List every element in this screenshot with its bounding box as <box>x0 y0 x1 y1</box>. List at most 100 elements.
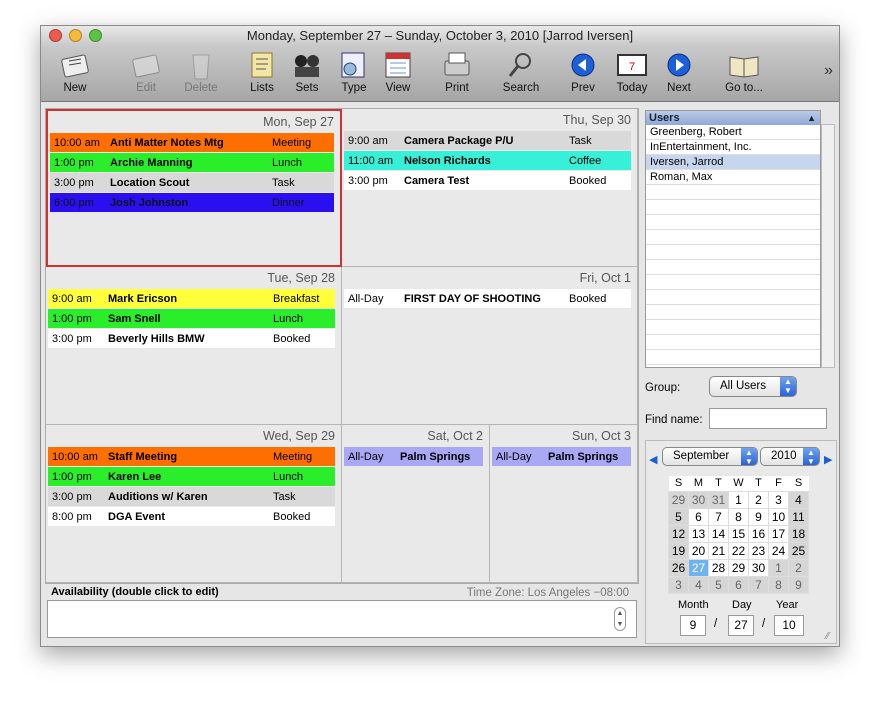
calendar-day[interactable]: 23 <box>748 541 769 560</box>
calendar-day[interactable]: 5 <box>668 507 689 526</box>
day-cell[interactable]: Tue, Sep 28 9:00 am Mark Ericson Breakfa… <box>46 267 342 425</box>
calendar-day[interactable]: 30 <box>748 558 769 577</box>
calendar-event[interactable]: 3:00 pm Camera Test Booked <box>344 171 631 190</box>
calendar-day[interactable]: 8 <box>768 575 789 594</box>
toolbar-view-button[interactable]: View <box>373 49 423 94</box>
calendar-event[interactable]: All-Day Palm Springs <box>492 447 631 466</box>
toolbar-edit-button[interactable]: Edit <box>121 49 171 94</box>
calendar-event[interactable]: 1:00 pm Karen Lee Lunch <box>48 467 335 486</box>
toolbar-new-button[interactable]: New <box>50 49 100 94</box>
toolbar-overflow-icon[interactable]: » <box>824 62 833 80</box>
calendar-day[interactable]: 17 <box>768 524 789 543</box>
calendar-day[interactable]: 4 <box>688 575 709 594</box>
calendar-day[interactable]: 19 <box>668 541 689 560</box>
month-select[interactable]: September ▲ ▼ <box>662 447 758 466</box>
calendar-day[interactable]: 4 <box>788 490 809 509</box>
user-list-item[interactable] <box>646 305 820 320</box>
day-cell[interactable]: Thu, Sep 30 9:00 am Camera Package P/U T… <box>342 109 638 267</box>
calendar-event[interactable]: 3:00 pm Auditions w/ Karen Task <box>48 487 335 506</box>
month-field[interactable]: 9 <box>680 615 706 636</box>
calendar-event[interactable]: 10:00 am Anti Matter Notes Mtg Meeting <box>50 133 334 152</box>
day-cell[interactable]: Fri, Oct 1 All-Day FIRST DAY OF SHOOTING… <box>342 267 638 425</box>
calendar-event[interactable]: 10:00 am Staff Meeting Meeting <box>48 447 335 466</box>
calendar-day[interactable]: 6 <box>688 507 709 526</box>
user-list-item[interactable] <box>646 275 820 290</box>
user-list-item[interactable] <box>646 230 820 245</box>
calendar-day[interactable]: 8 <box>728 507 749 526</box>
calendar-day[interactable]: 21 <box>708 541 729 560</box>
calendar-day[interactable]: 27 <box>688 558 709 577</box>
calendar-day[interactable]: 13 <box>688 524 709 543</box>
user-list-item[interactable]: Iversen, Jarrod <box>646 155 820 170</box>
toolbar-sets-button[interactable]: Sets <box>282 49 332 94</box>
users-header[interactable]: Users ▲ <box>646 111 820 125</box>
calendar-day[interactable]: 2 <box>788 558 809 577</box>
calendar-day[interactable]: 3 <box>768 490 789 509</box>
user-list-item[interactable]: Greenberg, Robert <box>646 125 820 140</box>
zoom-button[interactable] <box>89 29 102 42</box>
calendar-day[interactable]: 7 <box>708 507 729 526</box>
calendar-event[interactable]: 3:00 pm Location Scout Task <box>50 173 334 192</box>
calendar-day[interactable]: 9 <box>748 507 769 526</box>
calendar-event[interactable]: 8:00 pm DGA Event Booked <box>48 507 335 526</box>
calendar-day[interactable]: 31 <box>708 490 729 509</box>
toolbar-type-button[interactable]: Type <box>329 49 379 94</box>
calendar-day[interactable]: 18 <box>788 524 809 543</box>
calendar-day[interactable]: 9 <box>788 575 809 594</box>
user-list-item[interactable] <box>646 290 820 305</box>
year-field[interactable]: 10 <box>774 615 804 636</box>
user-list-item[interactable] <box>646 335 820 350</box>
calendar-day[interactable]: 28 <box>708 558 729 577</box>
toolbar-next-button[interactable]: Next <box>654 49 704 94</box>
find-name-input[interactable] <box>709 408 827 429</box>
user-list-item[interactable] <box>646 320 820 335</box>
calendar-event[interactable]: 9:00 am Mark Ericson Breakfast <box>48 289 335 308</box>
year-select[interactable]: 2010 ▲ ▼ <box>760 447 820 466</box>
user-list-item[interactable] <box>646 245 820 260</box>
prev-month-icon[interactable]: ◀ <box>649 453 657 466</box>
calendar-day[interactable]: 11 <box>788 507 809 526</box>
calendar-day[interactable]: 25 <box>788 541 809 560</box>
resize-grip-icon[interactable]: ⁄⁄ <box>826 631 829 642</box>
group-select[interactable]: All Users ▲ ▼ <box>709 376 797 397</box>
calendar-day[interactable]: 24 <box>768 541 789 560</box>
calendar-day[interactable]: 22 <box>728 541 749 560</box>
calendar-day[interactable]: 7 <box>748 575 769 594</box>
toolbar-prev-button[interactable]: Prev <box>558 49 608 94</box>
toolbar-print-button[interactable]: Print <box>432 49 482 94</box>
calendar-event[interactable]: 6:00 pm Josh Johnston Dinner <box>50 193 334 212</box>
day-cell[interactable]: Sat, Oct 2 All-Day Palm Springs <box>342 425 490 583</box>
toolbar-delete-button[interactable]: Delete <box>176 49 226 94</box>
day-field[interactable]: 27 <box>728 615 754 636</box>
calendar-day[interactable]: 26 <box>668 558 689 577</box>
calendar-event[interactable]: 3:00 pm Beverly Hills BMW Booked <box>48 329 335 348</box>
calendar-event[interactable]: 9:00 am Camera Package P/U Task <box>344 131 631 150</box>
availability-field[interactable]: ▲ ▼ <box>47 600 637 638</box>
calendar-day[interactable]: 1 <box>768 558 789 577</box>
calendar-day[interactable]: 14 <box>708 524 729 543</box>
calendar-event[interactable]: 1:00 pm Sam Snell Lunch <box>48 309 335 328</box>
minimize-button[interactable] <box>69 29 82 42</box>
close-button[interactable] <box>49 29 62 42</box>
calendar-day[interactable]: 3 <box>668 575 689 594</box>
calendar-day[interactable]: 20 <box>688 541 709 560</box>
day-cell[interactable]: Wed, Sep 29 10:00 am Staff Meeting Meeti… <box>46 425 342 583</box>
availability-stepper[interactable]: ▲ ▼ <box>614 607 626 631</box>
calendar-day[interactable]: 1 <box>728 490 749 509</box>
user-list-item[interactable] <box>646 185 820 200</box>
users-scrollbar[interactable] <box>821 124 835 368</box>
calendar-day[interactable]: 2 <box>748 490 769 509</box>
calendar-event[interactable]: All-Day Palm Springs <box>344 447 483 466</box>
calendar-day[interactable]: 30 <box>688 490 709 509</box>
calendar-day[interactable]: 10 <box>768 507 789 526</box>
calendar-day[interactable]: 6 <box>728 575 749 594</box>
calendar-event[interactable]: 11:00 am Nelson Richards Coffee <box>344 151 631 170</box>
calendar-day[interactable]: 16 <box>748 524 769 543</box>
calendar-day[interactable]: 5 <box>708 575 729 594</box>
calendar-event[interactable]: All-Day FIRST DAY OF SHOOTING Booked <box>344 289 631 308</box>
day-cell[interactable]: Sun, Oct 3 All-Day Palm Springs <box>490 425 638 583</box>
user-list-item[interactable] <box>646 200 820 215</box>
toolbar-search-button[interactable]: Search <box>496 49 546 94</box>
day-cell[interactable]: Mon, Sep 27 10:00 am Anti Matter Notes M… <box>46 109 342 267</box>
calendar-day[interactable]: 29 <box>728 558 749 577</box>
